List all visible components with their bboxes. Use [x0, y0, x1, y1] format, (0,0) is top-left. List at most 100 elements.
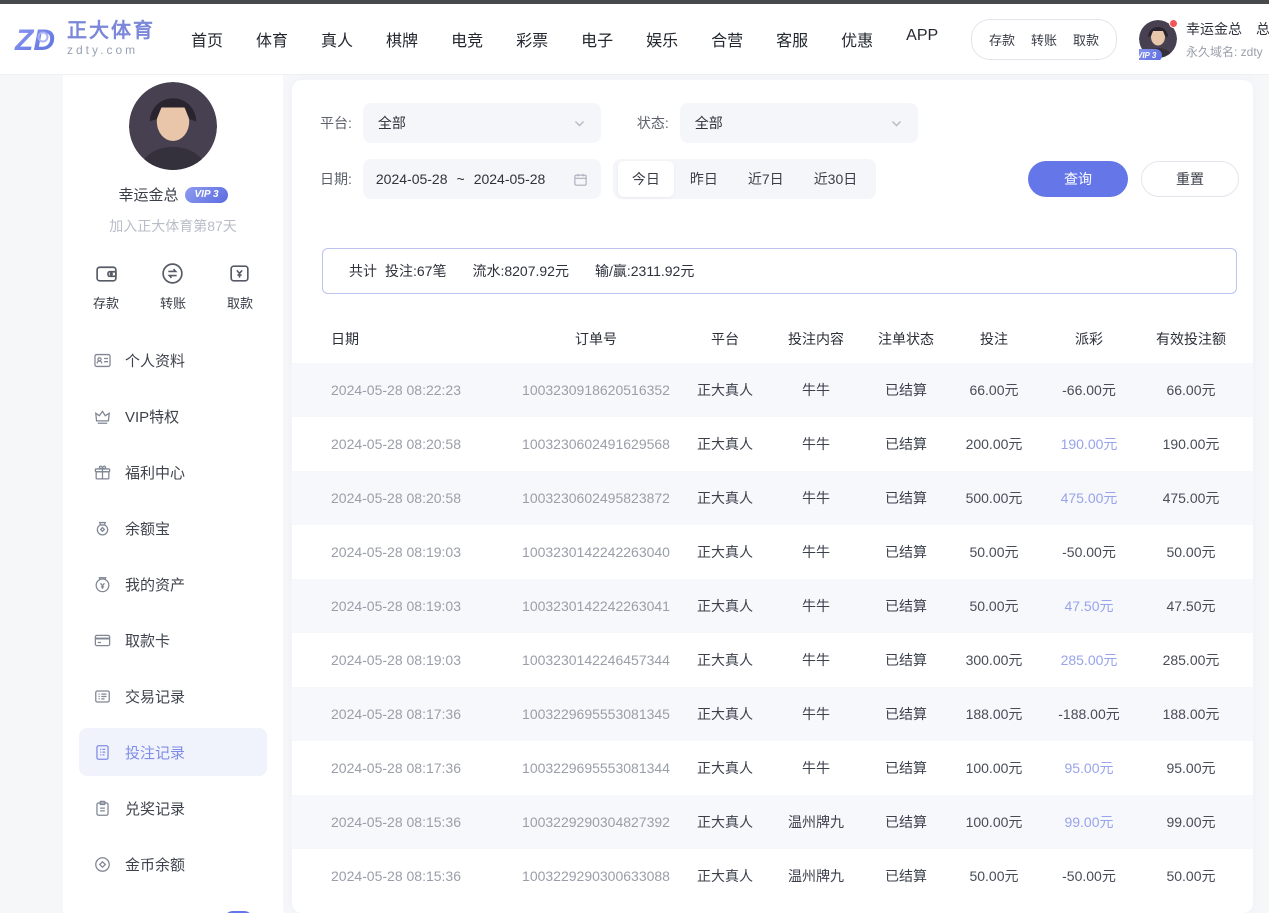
wallet-action[interactable]: 取款 — [1073, 30, 1099, 49]
reset-button[interactable]: 重置 — [1141, 161, 1239, 197]
cell-valid-bet: 50.00元 — [1139, 542, 1243, 562]
search-button[interactable]: 查询 — [1028, 161, 1128, 197]
status-select[interactable]: 全部 — [680, 103, 918, 143]
cell-bet-content: 温州牌九 — [769, 866, 863, 886]
sidebar-menu: 个人资料 VIP特权 福利中心 — [63, 336, 283, 913]
nav-item[interactable]: 彩票 — [516, 27, 548, 51]
sidebar-item-bet-records[interactable]: 投注记录 — [79, 728, 267, 776]
cell-bet-amount: 50.00元 — [949, 596, 1039, 616]
table-row: 2024-05-28 08:19:03 1003230142242263040 … — [292, 525, 1253, 579]
cell-status: 已结算 — [863, 758, 949, 778]
quick-range-group: 今日 昨日 近7日 近30日 — [613, 159, 876, 199]
chevron-down-icon — [573, 117, 586, 130]
bet-records-table: 日期 订单号 平台 投注内容 注单状态 投注 派彩 有效投注额 2024-05 — [292, 315, 1253, 903]
range-7days[interactable]: 近7日 — [734, 161, 798, 197]
chevron-down-icon — [890, 117, 903, 130]
cell-payout: 99.00元 — [1039, 812, 1139, 832]
nav-item[interactable]: 棋牌 — [386, 27, 418, 51]
logo[interactable]: ZD 正大体育 zdty.com — [14, 19, 155, 59]
sidebar-item-assets[interactable]: 我的资产 — [79, 560, 267, 608]
date-start: 2024-05-28 — [376, 171, 448, 187]
cell-payout: -188.00元 — [1039, 704, 1139, 724]
nav-item[interactable]: 优惠 — [841, 27, 873, 51]
cell-platform: 正大真人 — [681, 542, 769, 562]
nav-item[interactable]: 合营 — [711, 27, 743, 51]
summary-item: 输/赢:2311.92元 — [595, 261, 694, 281]
content: 幸运金总 VIP 3 加入正大体育第87天 存款 — [0, 75, 1269, 913]
nav-item[interactable]: 电竞 — [451, 27, 483, 51]
cell-bet-content: 牛牛 — [769, 704, 863, 724]
sidebar-item-yuebao[interactable]: 余额宝 — [79, 504, 267, 552]
sidebar-item-withdraw-card[interactable]: 取款卡 — [79, 616, 267, 664]
date-label: 日期: — [320, 169, 352, 189]
cell-order-number: 1003229695553081344 — [511, 760, 681, 776]
range-yesterday[interactable]: 昨日 — [676, 161, 732, 197]
date-range-input[interactable]: 2024-05-28 ~ 2024-05-28 — [363, 159, 601, 199]
cell-date: 2024-05-28 08:20:58 — [331, 490, 511, 506]
sidebar-item-welfare[interactable]: 福利中心 — [79, 448, 267, 496]
sidebar-item-coin-balance[interactable]: 金币余额 — [79, 840, 267, 888]
cell-platform: 正大真人 — [681, 380, 769, 400]
wallet-action[interactable]: 存款 — [989, 30, 1015, 49]
cell-date: 2024-05-28 08:20:58 — [331, 436, 511, 452]
sidebar-item-profile[interactable]: 个人资料 — [79, 336, 267, 384]
cell-order-number: 1003230602491629568 — [511, 436, 681, 452]
filters: 平台: 全部 状态: 全部 日期: — [292, 80, 1253, 199]
sidebar-item-messages[interactable]: 消息中心 28 — [79, 896, 267, 913]
quick-action-transfer[interactable]: 转账 — [160, 261, 186, 312]
platform-label: 平台: — [320, 113, 352, 133]
user-avatar: VIP 3 — [1139, 20, 1177, 58]
cell-date: 2024-05-28 08:17:36 — [331, 706, 511, 722]
calendar-icon — [573, 172, 588, 187]
quick-actions: 存款 转账 取款 — [93, 261, 253, 312]
nav-item[interactable]: 真人 — [321, 27, 353, 51]
cell-bet-amount: 200.00元 — [949, 434, 1039, 454]
table-row: 2024-05-28 08:20:58 1003230602491629568 … — [292, 417, 1253, 471]
col-date: 日期 — [331, 329, 511, 349]
platform-select[interactable]: 全部 — [363, 103, 601, 143]
top-navbar: ZD 正大体育 zdty.com 首页 体育 真人 棋牌 电竞 彩票 电子 娱乐 合营 客服 优惠 A… — [0, 4, 1269, 75]
cell-platform: 正大真人 — [681, 488, 769, 508]
nav-item[interactable]: 客服 — [776, 27, 808, 51]
profile-avatar[interactable] — [129, 82, 217, 170]
sidebar-item-label: 金币余额 — [125, 854, 185, 875]
sidebar-item-label: 余额宝 — [125, 518, 170, 539]
cell-platform: 正大真人 — [681, 758, 769, 778]
cell-payout: 47.50元 — [1039, 596, 1139, 616]
col-status: 注单状态 — [863, 329, 949, 349]
coin-icon — [93, 855, 112, 874]
nav-item[interactable]: 娱乐 — [646, 27, 678, 51]
cell-date: 2024-05-28 08:15:36 — [331, 868, 511, 884]
cell-bet-content: 牛牛 — [769, 650, 863, 670]
status-selected-value: 全部 — [695, 113, 723, 133]
quick-action-label: 转账 — [160, 293, 186, 312]
quick-action-deposit[interactable]: 存款 — [93, 261, 119, 312]
cell-valid-bet: 285.00元 — [1139, 650, 1243, 670]
withdraw-icon — [227, 261, 252, 286]
cell-date: 2024-05-28 08:22:23 — [331, 382, 511, 398]
sidebar-item-transactions[interactable]: 交易记录 — [79, 672, 267, 720]
nav-item[interactable]: APP — [906, 27, 938, 51]
nav-item[interactable]: 首页 — [191, 27, 223, 51]
notification-dot — [1169, 19, 1178, 28]
sidebar-item-vip[interactable]: VIP特权 — [79, 392, 267, 440]
summary-bar: 共计 投注:67笔流水:8207.92元输/赢:2311.92元 — [322, 248, 1237, 294]
wallet-actions-pill: 存款转账取款 — [971, 19, 1117, 60]
cell-date: 2024-05-28 08:19:03 — [331, 598, 511, 614]
cell-payout: 475.00元 — [1039, 488, 1139, 508]
table-row: 2024-05-28 08:15:36 1003229290300633088 … — [292, 849, 1253, 903]
range-today[interactable]: 今日 — [618, 161, 674, 197]
nav-item[interactable]: 电子 — [581, 27, 613, 51]
user-chip[interactable]: VIP 3 幸运金总 总 永久域名: zdty — [1139, 19, 1269, 60]
sidebar-item-redeem-records[interactable]: 兑奖记录 — [79, 784, 267, 832]
sidebar: 幸运金总 VIP 3 加入正大体育第87天 存款 — [63, 75, 283, 913]
sidebar-item-label: 消息中心 — [125, 910, 185, 913]
cell-status: 已结算 — [863, 488, 949, 508]
range-30days[interactable]: 近30日 — [800, 161, 872, 197]
nav-item[interactable]: 体育 — [256, 27, 288, 51]
quick-action-withdraw[interactable]: 取款 — [227, 261, 253, 312]
deposit-icon — [94, 261, 119, 286]
col-content: 投注内容 — [769, 329, 863, 349]
main-nav: 首页 体育 真人 棋牌 电竞 彩票 电子 娱乐 合营 客服 优惠 APP — [191, 27, 938, 51]
wallet-action[interactable]: 转账 — [1031, 30, 1057, 49]
